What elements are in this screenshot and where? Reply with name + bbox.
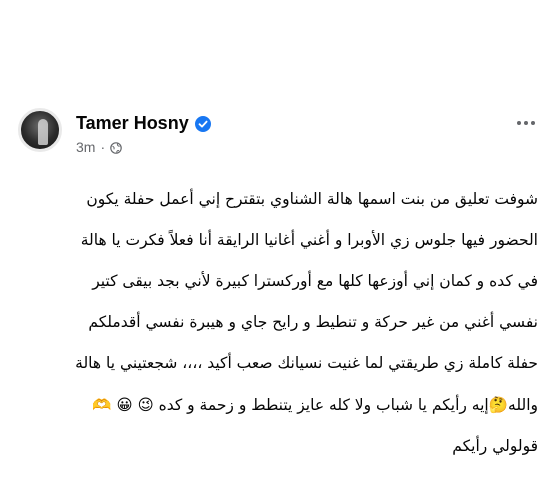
post-line: شوفت تعليق من بنت اسمها هالة الشناوي بتق… xyxy=(86,189,538,208)
post-line: حفلة كاملة زي طريقتي لما غنيت نسيانك صعب… xyxy=(75,354,538,373)
post-line: الحضور فيها جلوس زي الأوبرا و أغني أغاني… xyxy=(80,230,538,249)
post-body: شوفت تعليق من بنت اسمها هالة الشناوي بتق… xyxy=(18,168,538,477)
meta-separator: · xyxy=(100,139,106,155)
globe-icon[interactable] xyxy=(110,141,122,154)
post-meta: 3m · xyxy=(76,139,122,155)
post-line: نفسي أغني من غير حركة و تنطيط و رايح جاي… xyxy=(88,313,538,332)
author-avatar[interactable] xyxy=(18,108,62,152)
author-name[interactable]: Tamer Hosny xyxy=(76,113,189,134)
more-options-icon[interactable] xyxy=(514,113,538,133)
post-line: قولولي رأيكم xyxy=(452,436,538,455)
post-line: والله🤔إيه رأيكم يا شباب ولا كله عايز يتن… xyxy=(92,395,538,414)
post-timestamp[interactable]: 3m xyxy=(76,139,95,155)
post-header: Tamer Hosny 3m · xyxy=(18,105,538,165)
author-name-row: Tamer Hosny xyxy=(76,113,211,134)
post-line: في كده و كمان إني أوزعها كلها مع أوركستر… xyxy=(92,271,538,290)
verified-badge-icon xyxy=(194,115,211,132)
